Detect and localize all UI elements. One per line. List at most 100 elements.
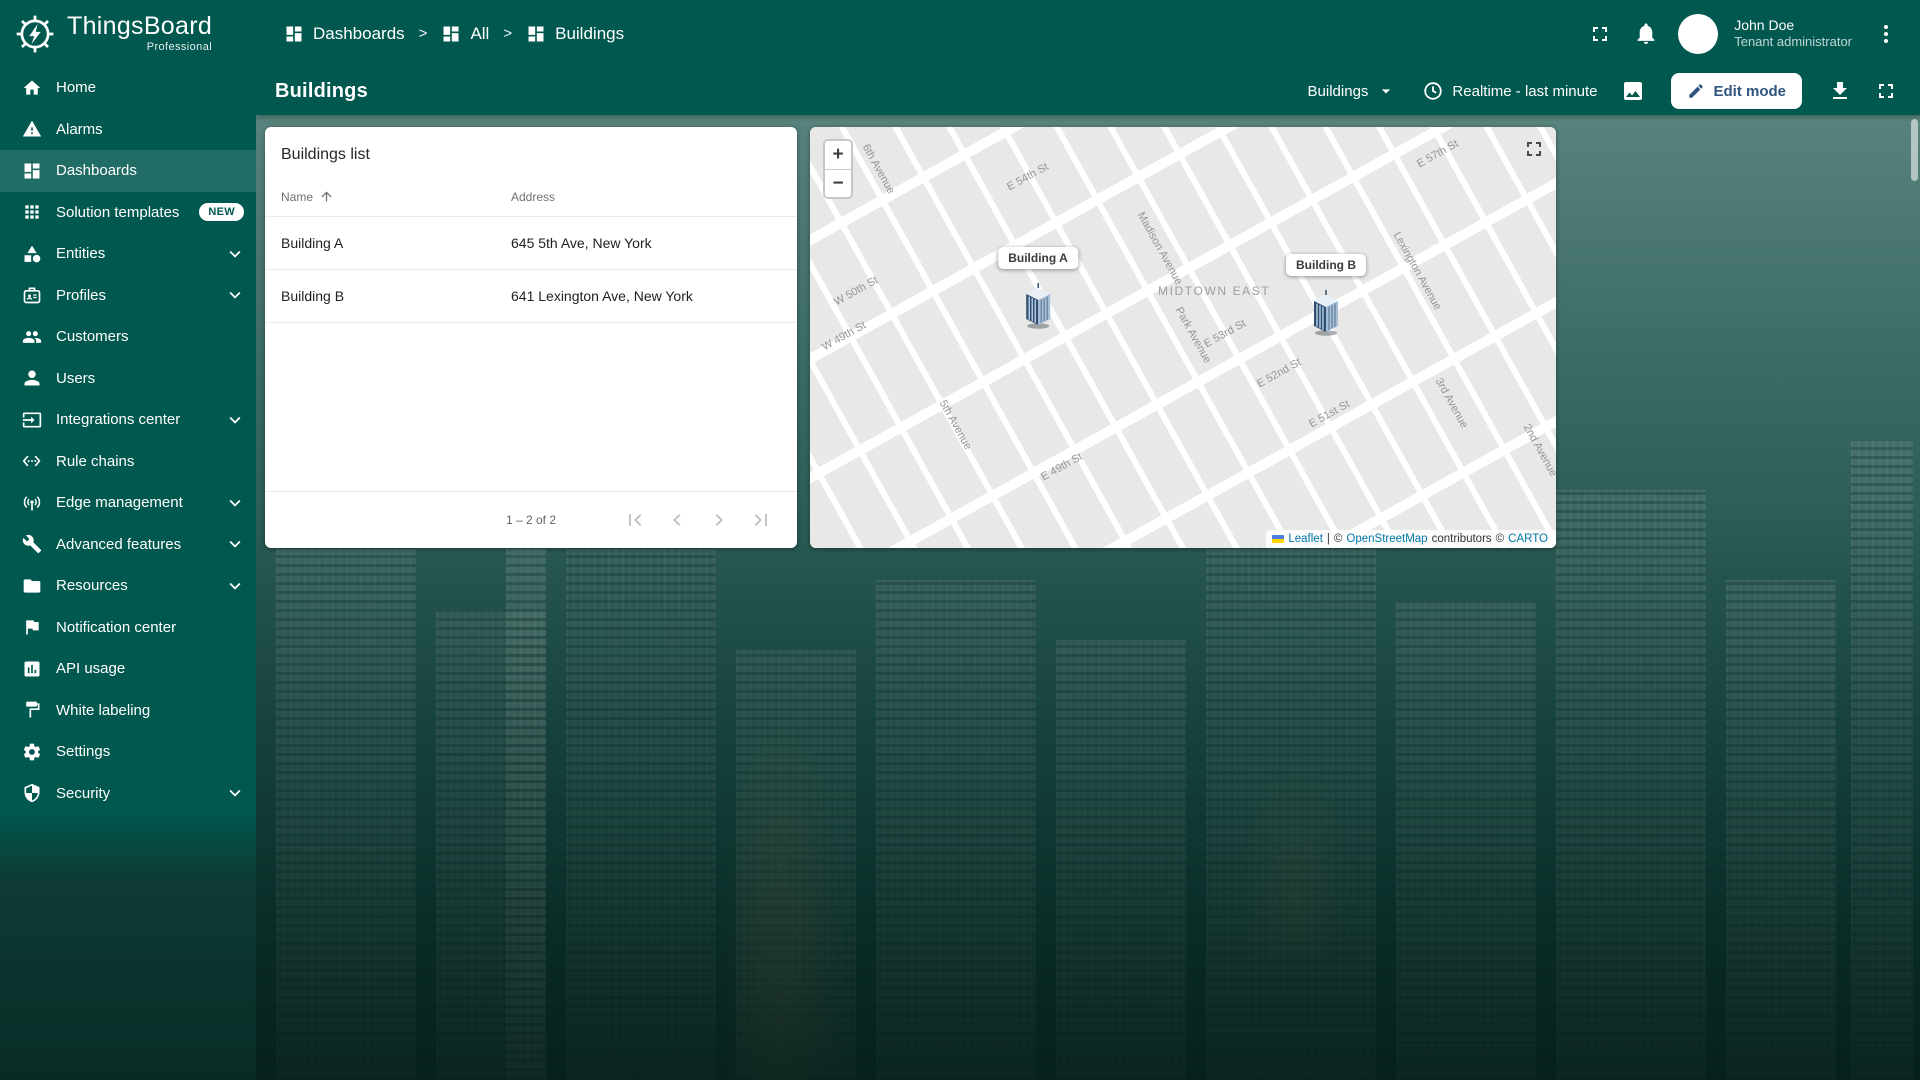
column-header-name[interactable]: Name: [265, 189, 511, 204]
fullscreen-button[interactable]: [1580, 14, 1620, 54]
notifications-button[interactable]: [1626, 14, 1666, 54]
sidebar-item-advanced-features[interactable]: Advanced features: [0, 524, 256, 566]
last-page-icon: [749, 508, 773, 532]
breadcrumb-all[interactable]: All: [441, 24, 489, 44]
caret-down-icon: [1376, 81, 1396, 101]
sidebar-item-label: Advanced features: [56, 535, 182, 553]
chevron-down-icon: [224, 575, 246, 597]
sidebar-item-api-usage[interactable]: API usage: [0, 648, 256, 690]
table-row[interactable]: Building A 645 5th Ave, New York: [265, 217, 797, 270]
timewindow-button[interactable]: Realtime - last minute: [1412, 74, 1607, 108]
sidebar-item-label: Entities: [56, 245, 106, 263]
last-page-button[interactable]: [747, 506, 775, 534]
buildings-list-card: Buildings list Name Address Building A 6…: [265, 127, 797, 548]
edit-mode-button[interactable]: Edit mode: [1671, 73, 1802, 109]
sidebar-item-customers[interactable]: Customers: [0, 316, 256, 358]
image-icon: [1621, 79, 1645, 103]
sidebar-item-edge-management[interactable]: Edge management: [0, 482, 256, 524]
next-page-button[interactable]: [705, 506, 733, 534]
widget-title: Buildings list: [281, 146, 370, 163]
leaflet-link[interactable]: Leaflet: [1288, 533, 1323, 545]
toolbar-actions: Buildings Realtime - last minute Edit mo…: [1298, 71, 1906, 111]
chart-box-icon: [22, 659, 42, 679]
top-bar: Dashboards > All > Buildings John Doe Te…: [256, 0, 1920, 67]
ethernet-icon: [22, 451, 42, 471]
flag-icon: [22, 617, 42, 637]
zoom-out-button[interactable]: −: [825, 169, 851, 197]
breadcrumb-label: All: [470, 23, 490, 43]
avatar[interactable]: [1678, 13, 1719, 54]
first-page-button[interactable]: [621, 506, 649, 534]
sidebar-item-label: Settings: [56, 743, 111, 761]
pagination-controls: [621, 506, 797, 534]
scrollbar[interactable]: [1911, 119, 1918, 181]
map-marker-building-b[interactable]: Building B: [1286, 254, 1366, 336]
sidebar-item-integrations-center[interactable]: Integrations center: [0, 399, 256, 441]
sidebar-item-users[interactable]: Users: [0, 358, 256, 400]
map-card: 6th Avenue E 54th St E 57th St Lexington…: [810, 127, 1556, 548]
brand-logo[interactable]: ThingsBoard Professional: [0, 0, 256, 67]
sidebar-item-label: Rule chains: [56, 452, 135, 470]
sidebar-item-resources[interactable]: Resources: [0, 565, 256, 607]
building-marker-icon: [1308, 288, 1344, 336]
user-meta: John Doe Tenant administrator: [1734, 16, 1852, 51]
timewindow-label: Realtime - last minute: [1452, 82, 1598, 100]
table-header: Name Address: [265, 177, 797, 217]
sidebar: ThingsBoard Professional Home Alarms Das…: [0, 0, 256, 1080]
sidebar-item-label: Resources: [56, 577, 128, 595]
brand-text: ThingsBoard Professional: [67, 14, 212, 53]
table-row[interactable]: Building B 641 Lexington Ave, New York: [265, 270, 797, 323]
sidebar-item-label: Security: [56, 784, 111, 802]
warning-icon: [22, 119, 42, 139]
image-export-button[interactable]: [1613, 71, 1653, 111]
sidebar-item-dashboards[interactable]: Dashboards: [0, 150, 256, 192]
sidebar-item-white-labeling[interactable]: White labeling: [0, 690, 256, 732]
edit-mode-label: Edit mode: [1713, 82, 1786, 100]
dashboard-state-select[interactable]: Buildings: [1298, 75, 1407, 107]
chevron-down-icon: [224, 533, 246, 555]
map-marker-building-a[interactable]: Building A: [998, 247, 1078, 329]
user-role: Tenant administrator: [1734, 34, 1852, 50]
people-icon: [22, 327, 42, 347]
copyright-symbol: ©: [1333, 533, 1343, 545]
sidebar-item-settings[interactable]: Settings: [0, 731, 256, 773]
sidebar-item-profiles[interactable]: Profiles: [0, 275, 256, 317]
sidebar-item-entities[interactable]: Entities: [0, 233, 256, 275]
breadcrumb-separator: >: [418, 25, 428, 42]
cell-name: Building A: [281, 235, 344, 251]
map-canvas[interactable]: 6th Avenue E 54th St E 57th St Lexington…: [810, 127, 1556, 548]
column-header-address[interactable]: Address: [511, 190, 797, 204]
carto-link[interactable]: CARTO: [1508, 533, 1548, 545]
ukraine-flag-icon: [1272, 535, 1285, 543]
previous-page-button[interactable]: [663, 506, 691, 534]
sidebar-item-label: Integrations center: [56, 411, 181, 429]
kebab-menu-button[interactable]: [1866, 14, 1906, 54]
sidebar-item-alarms[interactable]: Alarms: [0, 109, 256, 151]
expand-dashboard-button[interactable]: [1866, 71, 1906, 111]
breadcrumb-buildings[interactable]: Buildings: [526, 24, 624, 44]
clock-icon: [1422, 80, 1444, 102]
dashboards-icon: [284, 24, 304, 44]
breadcrumb-dashboards[interactable]: Dashboards: [284, 24, 405, 44]
sidebar-item-solution-templates[interactable]: Solution templates NEW: [0, 192, 256, 234]
openstreetmap-link[interactable]: OpenStreetMap: [1346, 533, 1427, 545]
kebab-icon: [1874, 22, 1898, 46]
sidebar-item-rule-chains[interactable]: Rule chains: [0, 441, 256, 483]
sidebar-item-security[interactable]: Security: [0, 773, 256, 815]
download-button[interactable]: [1820, 71, 1860, 111]
dashboards-icon: [441, 24, 461, 44]
sidebar-item-label: Home: [56, 79, 97, 97]
download-icon: [1828, 79, 1852, 103]
sidebar-item-notification-center[interactable]: Notification center: [0, 607, 256, 649]
map-attribution: Leaflet | © OpenStreetMap contributors ©…: [1266, 530, 1556, 548]
map-fullscreen-button[interactable]: [1522, 137, 1546, 164]
fullscreen-icon: [1522, 137, 1546, 161]
input-icon: [22, 410, 42, 430]
fullscreen-icon: [1874, 79, 1898, 103]
shield-icon: [22, 783, 42, 803]
sidebar-item-home[interactable]: Home: [0, 67, 256, 109]
breadcrumb-label: Dashboards: [313, 23, 405, 43]
zoom-in-button[interactable]: +: [825, 141, 851, 169]
map-street-grid: [810, 127, 1556, 548]
chevron-down-icon: [224, 243, 246, 265]
